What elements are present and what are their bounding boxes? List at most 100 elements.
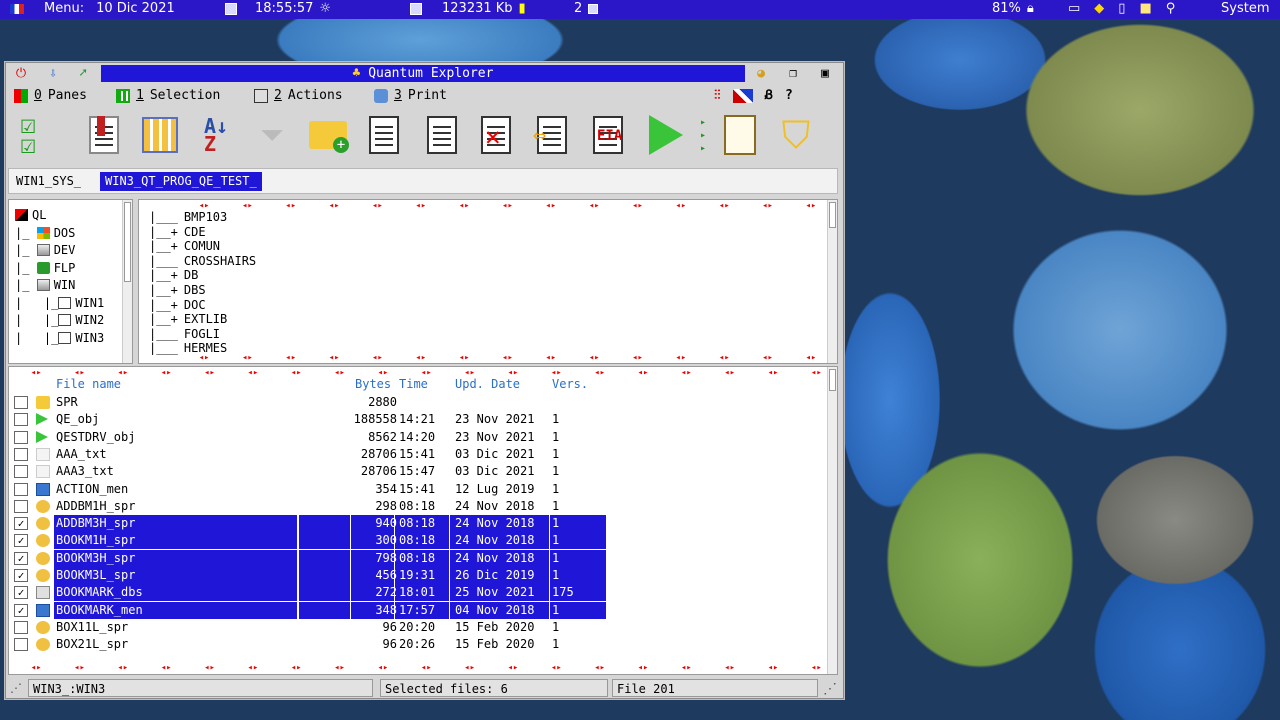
col-header-time[interactable]: Time	[399, 377, 428, 391]
tree-item-win2[interactable]: | |_ WIN2	[15, 313, 104, 328]
file-checkbox[interactable]	[14, 482, 28, 496]
system-menu[interactable]: System	[1221, 1, 1269, 16]
file-list-scrollbar[interactable]	[827, 367, 837, 674]
path-tab-2[interactable]: WIN3_QT_PROG_QE_TEST_	[100, 172, 262, 191]
resize-grip-icon[interactable]: ⋰	[10, 681, 22, 695]
file-checkbox[interactable]	[14, 638, 28, 652]
file-row[interactable]: ✓ BOOKM1H_spr 300 08:18 24 Nov 2018 1	[9, 532, 609, 550]
down-arrow-icon[interactable]: ⇩	[44, 65, 62, 81]
copy-tool[interactable]	[364, 113, 404, 157]
file-checkbox[interactable]	[14, 499, 28, 513]
title-bar[interactable]: ⏻ ⇩ ➚ ♣ Quantum Explorer ◕ ❐ ▣	[6, 63, 843, 83]
tree-item-win1[interactable]: | |_ WIN1	[15, 296, 104, 311]
file-row[interactable]: ✓ BOOKM3H_spr 798 08:18 24 Nov 2018 1	[9, 549, 609, 567]
file-checkbox[interactable]: ✓	[14, 551, 28, 565]
menu-launcher[interactable]: Menu: 10 Dic 2021	[10, 1, 175, 16]
palette-icon[interactable]: ◕	[752, 65, 770, 81]
directory-item[interactable]: |__+ EXTLIB	[149, 312, 227, 327]
search-icon[interactable]: ⚲	[1166, 1, 1176, 16]
file-checkbox[interactable]: ✓	[14, 586, 28, 600]
tree-item-win[interactable]: |_ WIN	[15, 278, 75, 293]
file-checkbox[interactable]	[14, 413, 28, 427]
file-checkbox[interactable]	[14, 465, 28, 479]
file-row[interactable]: ✓ BOOKMARK_dbs 272 18:01 25 Nov 2021 175	[9, 584, 609, 602]
jobs-widget[interactable]: 2	[574, 1, 599, 16]
memory-widget[interactable]: 123231 Kb ▮	[410, 1, 526, 16]
clock[interactable]: 18:55:57 ☼	[225, 1, 331, 16]
file-row[interactable]: ✓ ADDBM3H_spr 940 08:18 24 Nov 2018 1	[9, 515, 609, 533]
directory-item[interactable]: |___ CROSSHAIRS	[149, 254, 256, 269]
file-row[interactable]: ADDBM1H_spr 298 08:18 24 Nov 2018 1	[9, 498, 609, 515]
directory-item[interactable]: |__+ COMUN	[149, 239, 220, 254]
file-checkbox[interactable]: ✓	[14, 603, 28, 617]
file-row[interactable]: QE_obj 188558 14:21 23 Nov 2021 1	[9, 411, 609, 428]
col-header-bytes[interactable]: Bytes	[355, 377, 391, 391]
green-arrow-icon[interactable]: ➚	[74, 65, 92, 81]
sort-az-tool[interactable]: A↓ Z	[196, 113, 236, 157]
rename-tool[interactable]: ⇔	[532, 113, 572, 157]
col-header-name[interactable]: File name	[56, 377, 121, 391]
new-folder-tool[interactable]: +	[308, 113, 349, 157]
window-title-strip[interactable]: ♣ Quantum Explorer	[101, 65, 745, 82]
menu-actions[interactable]: 2 Actions	[254, 88, 343, 103]
note-icon[interactable]: ■	[1139, 1, 1151, 16]
menu-panes[interactable]: 0 Panes	[14, 88, 87, 103]
uk-flag-icon[interactable]	[732, 88, 753, 103]
file-row[interactable]: ✓ BOOKMARK_men 348 17:57 04 Nov 2018 1	[9, 601, 609, 619]
tree-item-flp[interactable]: |_ FLP	[15, 261, 75, 276]
directory-item[interactable]: |__+ DB	[149, 268, 198, 283]
file-checkbox[interactable]	[14, 396, 28, 409]
directory-item[interactable]: |__+ CDE	[149, 225, 206, 240]
resize-corner-icon[interactable]: ⋰	[823, 681, 837, 697]
file-row[interactable]: BOX21L_spr 96 20:26 15 Feb 2020 1	[9, 636, 609, 653]
file-checkbox[interactable]	[14, 447, 28, 461]
file-row[interactable]: AAA3_txt 28706 15:47 03 Dic 2021 1	[9, 463, 609, 480]
menu-print[interactable]: 3 Print	[374, 88, 447, 103]
maximize-icon[interactable]: ▣	[816, 65, 834, 81]
tree-item-dev[interactable]: |_ DEV	[15, 243, 75, 258]
chat-icon[interactable]: ▭	[1068, 1, 1080, 16]
tree-item-ql[interactable]: QL	[15, 208, 46, 223]
directory-item[interactable]: |__+ DOC	[149, 298, 206, 313]
col-header-vers[interactable]: Vers.	[552, 377, 588, 391]
sliders-icon[interactable]: ⫶⫶	[714, 88, 721, 103]
tree-scrollbar[interactable]	[122, 200, 132, 363]
execute-tool[interactable]	[646, 113, 686, 157]
directory-item[interactable]: |__+ DBS	[149, 283, 206, 298]
file-row[interactable]: QESTDRV_obj 8562 14:20 23 Nov 2021 1	[9, 429, 609, 446]
delete-tool[interactable]: ✕	[476, 113, 516, 157]
directory-scrollbar[interactable]	[827, 200, 837, 363]
document-icon[interactable]: ▯	[1118, 1, 1125, 16]
file-checkbox[interactable]	[14, 620, 28, 634]
path-tab-1[interactable]: WIN1_SYS_	[11, 172, 86, 191]
shield-tool[interactable]: ⛉	[776, 113, 816, 157]
power-icon[interactable]: ⏻	[12, 65, 30, 81]
directory-item[interactable]: |___ FOGLI	[149, 327, 220, 342]
restore-icon[interactable]: ❐	[784, 65, 802, 81]
help-icon[interactable]: ?	[785, 88, 793, 103]
tree-item-win3[interactable]: | |_ WIN3	[15, 331, 104, 346]
file-row[interactable]: AAA_txt 28706 15:41 03 Dic 2021 1	[9, 446, 609, 463]
filter-tool[interactable]: ⏷	[252, 113, 292, 157]
file-checkbox[interactable]: ✓	[14, 534, 28, 548]
file-checkbox[interactable]	[14, 430, 28, 444]
calendar-tool[interactable]	[140, 113, 180, 157]
file-row[interactable]: BOX11L_spr 96 20:20 15 Feb 2020 1	[9, 619, 609, 636]
file-checkbox[interactable]: ✓	[14, 569, 28, 582]
battery-widget[interactable]: 81% 🔒︎	[992, 1, 1034, 16]
move-tool[interactable]	[422, 113, 462, 157]
file-row[interactable]: SPR 2880	[9, 394, 609, 411]
bookmark-tool[interactable]	[84, 113, 124, 157]
tag-icon[interactable]: ◆	[1094, 1, 1104, 16]
col-header-date[interactable]: Upd. Date	[455, 377, 520, 391]
tree-item-dos[interactable]: |_ DOS	[15, 226, 75, 241]
bold-b-icon[interactable]: Ᏸ	[765, 88, 774, 103]
menu-selection[interactable]: 1 Selection	[116, 88, 220, 103]
edit-tool[interactable]: EIA	[588, 113, 628, 157]
file-checkbox[interactable]: ✓	[14, 517, 28, 531]
clipboard-tool[interactable]	[720, 113, 760, 157]
directory-item[interactable]: |___ BMP103	[149, 210, 227, 225]
file-row[interactable]: ✓ BOOKM3L_spr 456 19:31 26 Dic 2019 1	[9, 567, 609, 584]
file-row[interactable]: ACTION_men 354 15:41 12 Lug 2019 1	[9, 481, 609, 498]
select-all-tool[interactable]: ☑ ☑	[8, 112, 48, 158]
